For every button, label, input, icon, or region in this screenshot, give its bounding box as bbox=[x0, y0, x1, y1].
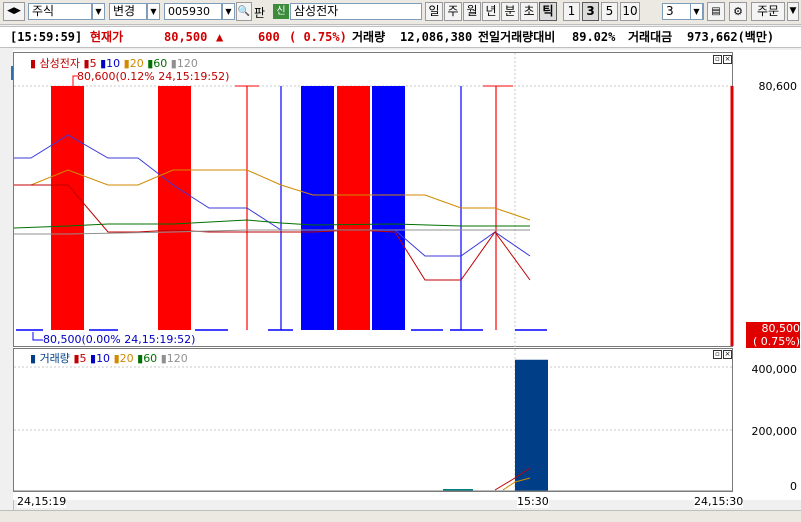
stock-name-field[interactable]: 삼성전자 bbox=[290, 3, 422, 20]
legend-ma60: 60 bbox=[153, 57, 168, 70]
candle-down bbox=[301, 86, 334, 330]
price-label: 현재가 bbox=[90, 30, 124, 44]
legend-vma120: 120 bbox=[166, 352, 188, 365]
legend-ma10: 10 bbox=[106, 57, 121, 70]
tick-button-3[interactable]: 3 bbox=[582, 2, 599, 21]
legend-vma10: 10 bbox=[96, 352, 111, 365]
candle-down bbox=[372, 86, 405, 330]
volume-bar bbox=[515, 359, 548, 491]
tick-button-5[interactable]: 5 bbox=[601, 2, 618, 21]
legend-stock: 삼성전자 bbox=[39, 57, 81, 70]
vol-y-label: 400,000 bbox=[751, 363, 798, 376]
high-annotation: 80,600(0.12% 24,15:19:52) bbox=[77, 70, 230, 83]
arrow-left-right-icon[interactable]: ◀▶ bbox=[3, 2, 25, 21]
candle-up bbox=[51, 86, 84, 330]
moving-average-ma10 bbox=[14, 134, 531, 257]
volume-pane-frame bbox=[13, 348, 733, 492]
x-label-end: 24,15:30 bbox=[694, 495, 744, 508]
vol-y-label: 0 bbox=[790, 480, 797, 493]
bottom-bar bbox=[0, 510, 801, 522]
left-tool-strip bbox=[0, 50, 14, 510]
period-button-2[interactable]: 월 bbox=[463, 2, 481, 21]
legend-mark: ▮ bbox=[30, 352, 37, 365]
change-select[interactable]: 변경 bbox=[109, 3, 147, 20]
candle-up bbox=[337, 86, 370, 330]
candle-up bbox=[158, 86, 191, 330]
chart-svg bbox=[13, 52, 734, 492]
pan-label[interactable]: 판 bbox=[254, 4, 265, 21]
up-arrow-icon: ▲ bbox=[216, 30, 224, 44]
period-button-4[interactable]: 분 bbox=[501, 2, 519, 21]
x-label-start: 24,15:19 bbox=[17, 495, 67, 508]
legend-vma60: 60 bbox=[143, 352, 158, 365]
chart-area: ▮ 삼성전자 ▮5 ▮10 ▮20 ▮60 ▮120 80,600(0.12% … bbox=[13, 50, 801, 508]
search-icon[interactable]: 🔍 bbox=[236, 2, 252, 21]
volume-value: 12,086,380 bbox=[400, 30, 473, 44]
period-button-1[interactable]: 주 bbox=[444, 2, 462, 21]
pane-close-icon[interactable]: × bbox=[723, 55, 732, 64]
credit-badge: 신 bbox=[273, 4, 289, 19]
amount-value: 973,662(백만) bbox=[687, 30, 775, 44]
current-price-tag-pct: ( 0.75%) bbox=[752, 335, 800, 348]
stock-code-input[interactable]: 005930 bbox=[164, 3, 222, 20]
volume-legend: ▮ 거래량 ▮5 ▮10 ▮20 ▮60 ▮120 bbox=[30, 350, 188, 366]
legend-vma5: 5 bbox=[79, 352, 87, 365]
legend-vma20: 20 bbox=[119, 352, 134, 365]
current-price-tag: 80,500 ( 0.75%) bbox=[746, 322, 800, 348]
volume-label: 거래량 bbox=[352, 30, 386, 44]
period-button-3[interactable]: 년 bbox=[482, 2, 500, 21]
chevron-down-icon[interactable]: ▼ bbox=[222, 3, 235, 20]
legend-volume: 거래량 bbox=[39, 352, 70, 365]
x-label-mid: 15:30 bbox=[517, 495, 549, 508]
market-select[interactable]: 주식 bbox=[28, 3, 92, 20]
legend-ma5: 5 bbox=[89, 57, 97, 70]
y-label-top: 80,600 bbox=[758, 80, 798, 93]
price-change: 600 bbox=[258, 30, 280, 44]
pane-restore-icon[interactable]: ▫ bbox=[713, 55, 722, 64]
chevron-down-icon[interactable]: ▼ bbox=[787, 2, 799, 21]
period-button-5[interactable]: 초 bbox=[520, 2, 538, 21]
period-button-0[interactable]: 일 bbox=[425, 2, 443, 21]
prev-volume-label: 전일거래량대비 bbox=[478, 30, 556, 44]
gear-icon[interactable]: ⚙ bbox=[729, 2, 747, 21]
toolbar: ◀▶ 주식 ▼ 변경 ▼ 005930 ▼ 🔍 판 신 삼성전자 일주월년분초틱… bbox=[0, 0, 801, 25]
price-legend: ▮ 삼성전자 ▮5 ▮10 ▮20 ▮60 ▮120 bbox=[30, 55, 198, 71]
chevron-down-icon[interactable]: ▼ bbox=[147, 3, 160, 20]
chevron-down-icon[interactable]: ▼ bbox=[690, 3, 703, 20]
quote-bar: [15:59:59] 현재가 80,500 ▲ 600 ( 0.75%) 거래량… bbox=[0, 26, 801, 48]
low-annotation: 80,500(0.00% 24,15:19:52) bbox=[43, 333, 196, 346]
legend-mark: ▮ bbox=[30, 57, 37, 70]
period-button-6[interactable]: 틱 bbox=[539, 2, 557, 21]
order-button[interactable]: 주문 bbox=[751, 2, 785, 21]
current-price: 80,500 bbox=[164, 30, 208, 44]
current-price-tag-value: 80,500 bbox=[761, 322, 801, 335]
tick-button-10[interactable]: 10 bbox=[620, 2, 640, 21]
moving-average-ma5 bbox=[14, 184, 531, 281]
amount-label: 거래대금 bbox=[628, 30, 673, 44]
price-change-pct: ( 0.75%) bbox=[289, 30, 347, 44]
low-annotation-arrow bbox=[32, 332, 43, 341]
tick-button-1[interactable]: 1 bbox=[563, 2, 580, 21]
prev-volume-pct: 89.02% bbox=[572, 30, 616, 44]
save-icon[interactable]: ▤ bbox=[707, 2, 725, 21]
chevron-down-icon[interactable]: ▼ bbox=[92, 3, 105, 20]
pane-close-icon[interactable]: × bbox=[723, 350, 732, 359]
quote-time: [15:59:59] bbox=[10, 30, 83, 44]
pane-restore-icon[interactable]: ▫ bbox=[713, 350, 722, 359]
legend-ma120: 120 bbox=[176, 57, 198, 70]
legend-ma20: 20 bbox=[129, 57, 144, 70]
vol-y-label: 200,000 bbox=[751, 425, 798, 438]
